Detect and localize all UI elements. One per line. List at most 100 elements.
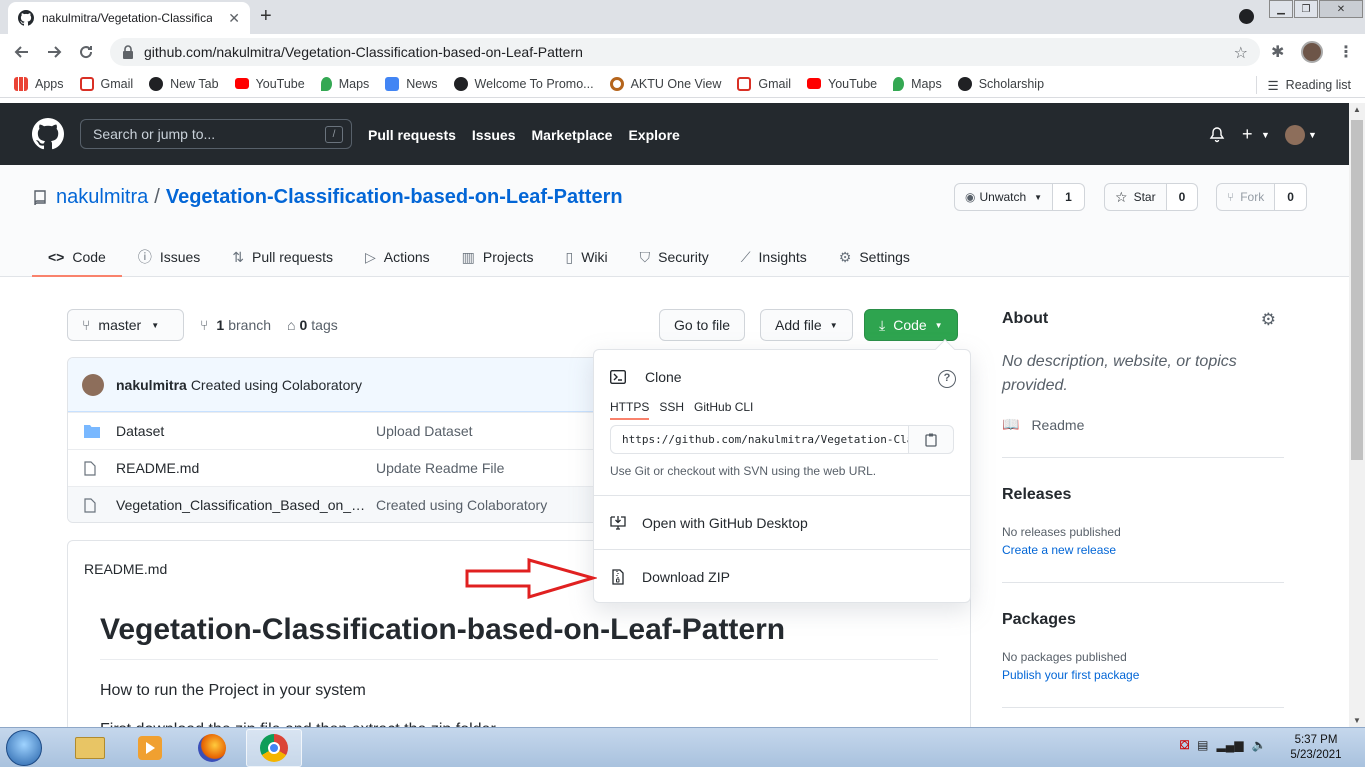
add-file-button[interactable]: Add file ▼ [760,309,853,341]
explorer-taskbar-icon[interactable] [62,729,118,767]
bookmark-youtube-2[interactable]: YouTube [807,77,877,91]
address-bar[interactable]: github.com/nakulmitra/Vegetation-Classif… [110,38,1260,66]
bookmark-aktu[interactable]: AKTU One View [609,76,721,91]
packages-title[interactable]: Packages [1002,611,1076,629]
github-search-input[interactable]: Search or jump to... / [80,119,352,149]
branch-select-button[interactable]: ⑂ master ▼ [67,309,184,341]
bookmark-new-tab[interactable]: New Tab [149,76,219,91]
tab-search-icon[interactable] [1239,9,1254,24]
copy-button[interactable] [908,426,953,453]
unwatch-button[interactable]: ◉ Unwatch ▼ [954,183,1054,211]
tab-github-cli[interactable]: GitHub CLI [694,400,753,420]
tab-wiki[interactable]: ▯ Wiki [549,237,623,277]
bookmark-gmail-2[interactable]: Gmail [737,76,791,91]
tab-issues[interactable]: ⓘ Issues [122,237,216,277]
tab-actions[interactable]: ▷ Actions [349,237,446,277]
vertical-scrollbar[interactable]: ▲ ▼ [1349,103,1365,727]
bookmark-star-icon[interactable]: ☆ [1234,43,1248,63]
scrollbar-thumb[interactable] [1351,120,1363,460]
tab-projects[interactable]: ▥ Projects [446,237,550,277]
device-tray-icon[interactable]: ▤ [1197,738,1208,753]
clone-url-input[interactable]: https://github.com/nakulmitra/Vegetation… [611,426,909,453]
nav-explore[interactable]: Explore [628,127,679,143]
bookmark-news[interactable]: News [385,76,438,91]
tab-pull-requests[interactable]: ⇅ Pull requests [216,237,349,277]
file-commit-message[interactable]: Created using Colaboratory [376,497,547,513]
nav-marketplace[interactable]: Marketplace [532,127,613,143]
file-name-link[interactable]: Dataset [116,423,366,439]
restore-icon[interactable]: ❐ [1294,0,1318,18]
bookmark-youtube[interactable]: YouTube [234,77,305,91]
gear-icon[interactable]: ⚙ [1261,310,1276,330]
readme-link[interactable]: 📖 Readme [1002,416,1084,433]
notifications-bell-icon[interactable] [1209,127,1225,143]
file-commit-message[interactable]: Update Readme File [376,460,504,476]
watch-count[interactable]: 1 [1053,183,1085,211]
tab-code[interactable]: <> Code [32,237,122,277]
github-logo-icon[interactable] [32,118,64,150]
start-button[interactable] [6,730,42,766]
help-icon[interactable]: ? [938,370,956,388]
clone-url-field[interactable]: https://github.com/nakulmitra/Vegetation… [610,425,954,454]
nav-issues[interactable]: Issues [472,127,516,143]
open-desktop-button[interactable]: Open with GitHub Desktop [594,495,970,549]
firefox-taskbar-icon[interactable] [184,729,240,767]
volume-icon[interactable]: 🔈 [1251,738,1266,753]
create-release-link[interactable]: Create a new release [1002,543,1116,557]
minimize-icon[interactable]: ▁ [1269,0,1293,18]
tab-ssh[interactable]: SSH [659,400,684,420]
media-player-taskbar-icon[interactable] [122,729,178,767]
file-name-link[interactable]: Vegetation_Classification_Based_on_L... [116,497,366,513]
user-avatar[interactable] [1285,125,1305,145]
network-signal-icon[interactable]: ▂▄▆ [1216,738,1243,753]
code-button[interactable]: ⤓ Code ▼ [864,309,958,341]
nav-pull-requests[interactable]: Pull requests [368,127,456,143]
releases-title[interactable]: Releases [1002,486,1071,504]
browser-tab[interactable]: nakulmitra/Vegetation-Classification-bas… [8,2,250,34]
scroll-up-icon[interactable]: ▲ [1353,105,1361,114]
profile-avatar[interactable] [1301,41,1323,63]
tab-insights[interactable]: ⟋ Insights [725,237,823,277]
tab-close-icon[interactable]: ✕ [228,10,240,27]
bookmark-maps-2[interactable]: Maps [893,76,942,91]
acrobat-tray-icon[interactable]: ⛋ [1180,738,1189,753]
new-tab-button[interactable]: + [260,6,272,26]
go-to-file-button[interactable]: Go to file [659,309,746,341]
fork-button[interactable]: ⑂ Fork [1216,183,1276,211]
tag-count-link[interactable]: ⌂ 0 tags [287,317,338,333]
tab-settings[interactable]: ⚙ Settings [823,237,926,277]
commit-author-avatar[interactable] [82,373,104,396]
publish-package-link[interactable]: Publish your first package [1002,668,1139,682]
bookmark-apps[interactable]: Apps [14,76,64,91]
download-zip-button[interactable]: Download ZIP [594,549,970,603]
back-icon[interactable] [6,36,38,68]
reading-list-button[interactable]: ☰ Reading list [1256,76,1351,94]
file-commit-message[interactable]: Upload Dataset [376,423,473,439]
tab-https[interactable]: HTTPS [610,400,650,420]
taskbar-clock[interactable]: 5:37 PM 5/23/2021 [1283,733,1349,763]
create-new-icon[interactable]: + [1242,124,1253,145]
repo-name-link[interactable]: Vegetation-Classification-based-on-Leaf-… [166,186,623,209]
chrome-menu-icon[interactable]: ⋮ [1338,42,1354,62]
repo-owner-link[interactable]: nakulmitra [56,186,148,209]
branch-count-link[interactable]: ⑂ 1 branch [200,317,271,333]
bookmark-scholarship[interactable]: Scholarship [957,76,1044,91]
chrome-taskbar-icon[interactable] [246,729,302,767]
file-name-link[interactable]: README.md [116,460,366,476]
close-window-icon[interactable]: ✕ [1319,0,1363,18]
tab-security[interactable]: ⛉ Security [624,237,725,277]
lock-icon[interactable] [122,45,134,59]
extensions-icon[interactable]: ✱ [1271,42,1284,62]
reload-icon[interactable] [70,36,102,68]
fork-count[interactable]: 0 [1275,183,1307,211]
bookmark-maps[interactable]: Maps [320,76,369,91]
commit-message[interactable]: Created using Colaboratory [191,377,362,393]
scroll-down-icon[interactable]: ▼ [1353,716,1361,725]
forward-icon[interactable] [38,36,70,68]
bookmark-welcome[interactable]: Welcome To Promo... [453,76,594,91]
code-button-label: Code [893,317,927,333]
star-count[interactable]: 0 [1166,183,1199,211]
bookmark-gmail[interactable]: Gmail [79,76,133,91]
commit-author[interactable]: nakulmitra [116,377,187,393]
star-button[interactable]: ☆ Star [1104,183,1167,211]
